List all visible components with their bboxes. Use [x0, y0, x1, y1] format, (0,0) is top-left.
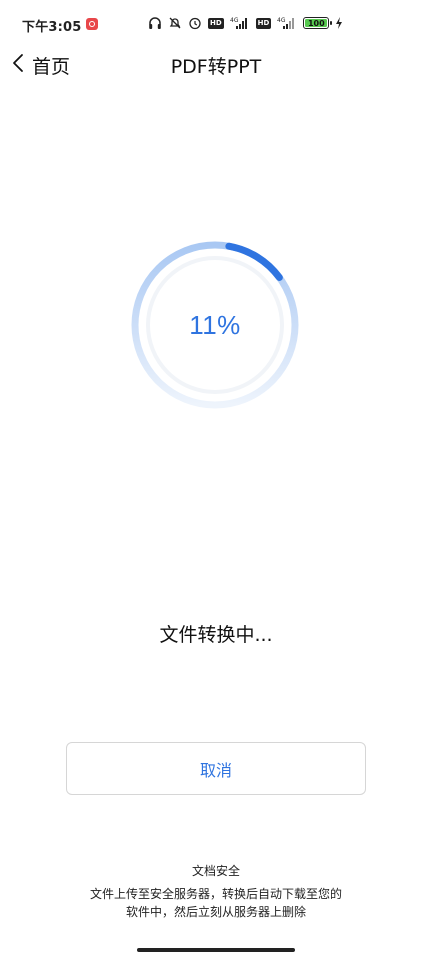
progress-percent: 11% [189, 309, 241, 340]
hd-icon: HD [208, 17, 224, 29]
hd-icon-2: HD [255, 17, 272, 29]
battery-icon: 100 [303, 17, 333, 29]
alarm-icon [188, 16, 202, 30]
silent-bell-icon [168, 16, 182, 30]
status-icons: HD 4G HD 4G 100 [148, 15, 343, 31]
app-notification-icon [86, 18, 98, 30]
back-label: 首页 [32, 55, 71, 78]
security-text: 文件上传至安全服务器，转换后自动下载至您的 软件中，然后立刻从服务器上删除 [70, 885, 362, 921]
svg-text:4G: 4G [277, 17, 286, 24]
signal-4g-icon: 4G [230, 16, 250, 30]
home-indicator[interactable] [137, 948, 295, 952]
headphones-icon [148, 16, 162, 30]
charging-icon [335, 16, 343, 30]
chevron-left-icon [12, 53, 24, 77]
back-button[interactable]: 首页 [12, 50, 70, 80]
cancel-button[interactable]: 取消 [66, 742, 366, 795]
security-line-2: 软件中，然后立刻从服务器上删除 [125, 905, 306, 919]
security-line-1: 文件上传至安全服务器，转换后自动下载至您的 [89, 887, 342, 901]
signal-4g-icon-2: 4G [277, 16, 297, 30]
status-time: 下午3:05 [22, 20, 82, 35]
status-message: 文件转换中... [159, 624, 273, 646]
security-title: 文档安全 [191, 864, 240, 878]
screen: 下午3:05 HD 4G HD 4G 100 PDF转PPT 首页 11% 文件… [0, 0, 432, 960]
svg-text:4G: 4G [230, 17, 239, 24]
status-bar: 下午3:05 HD 4G HD 4G 100 [0, 0, 432, 46]
battery-level: 100 [307, 18, 325, 28]
nav-bar: PDF转PPT 首页 [0, 46, 432, 86]
